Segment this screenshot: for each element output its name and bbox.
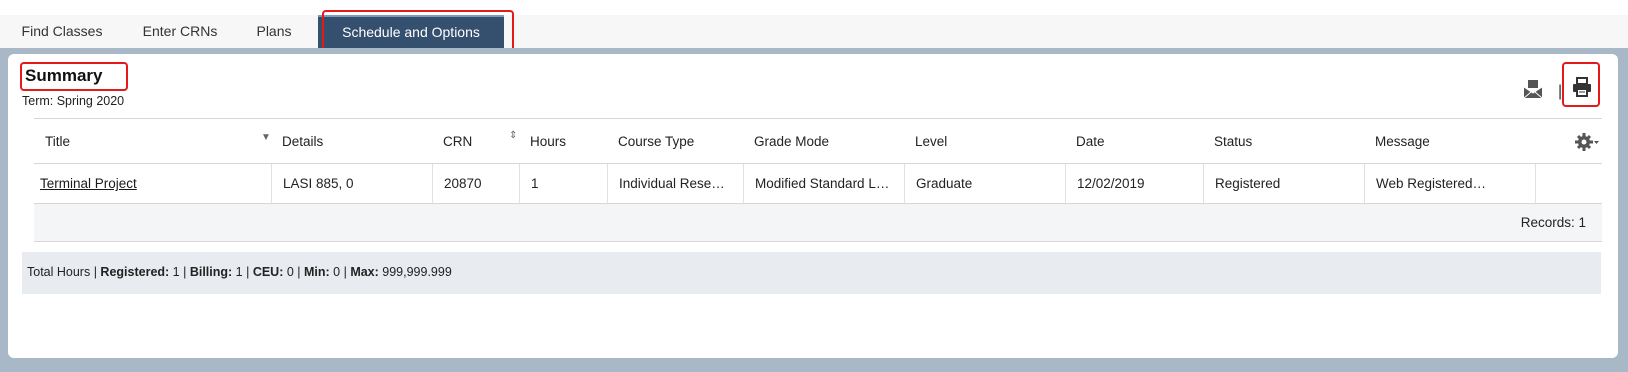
cell-details: LASI 885, 0 (271, 164, 432, 203)
course-title-link[interactable]: Terminal Project (40, 176, 137, 191)
tab-bar: Find Classes Enter CRNs Plans Schedule a… (0, 15, 1628, 48)
term-label: Term: Spring 2020 (22, 94, 125, 108)
column-header-crn[interactable]: CRN (432, 119, 518, 163)
cell-crn: 20870 (432, 164, 519, 203)
summary-panel: Summary Term: Spring 2020 | Title ▼ Deta… (8, 54, 1618, 358)
gear-icon[interactable] (1574, 131, 1600, 153)
column-header-course-type[interactable]: Course Type (607, 119, 742, 163)
column-header-details[interactable]: Details (271, 119, 431, 163)
cell-date: 12/02/2019 (1065, 164, 1203, 203)
cell-level: Graduate (904, 164, 1065, 203)
tab-plans[interactable]: Plans (246, 15, 302, 48)
column-header-title[interactable]: Title (34, 119, 270, 163)
email-icon[interactable] (1522, 78, 1544, 100)
total-hours-text: Total Hours | Registered: 1 | Billing: 1… (27, 265, 452, 279)
tab-enter-crns[interactable]: Enter CRNs (130, 15, 230, 48)
cell-message: Web Registered… (1364, 164, 1536, 203)
column-header-date[interactable]: Date (1065, 119, 1202, 163)
column-header-status[interactable]: Status (1203, 119, 1363, 163)
content-frame: Summary Term: Spring 2020 | Title ▼ Deta… (0, 48, 1628, 372)
table-header: Title ▼ Details CRN ⇕ Hours Course Type … (34, 118, 1602, 164)
cell-title: Terminal Project (34, 164, 271, 203)
records-footer: Records: 1 (34, 204, 1602, 242)
column-header-grade-mode[interactable]: Grade Mode (743, 119, 903, 163)
column-header-message[interactable]: Message (1364, 119, 1524, 163)
sort-desc-icon[interactable]: ▼ (261, 132, 271, 143)
cell-hours: 1 (519, 164, 607, 203)
column-header-level[interactable]: Level (904, 119, 1064, 163)
highlight-box-print (1562, 62, 1600, 107)
cell-grade-mode: Modified Standard L… (743, 164, 904, 203)
table-row[interactable]: Terminal Project LASI 885, 0 20870 1 Ind… (34, 163, 1602, 204)
column-header-hours[interactable]: Hours (519, 119, 606, 163)
cell-status: Registered (1203, 164, 1364, 203)
records-count: Records: 1 (1520, 215, 1586, 230)
highlight-box-summary (20, 62, 128, 91)
cell-course-type: Individual Rese… (607, 164, 743, 203)
total-hours-bar: Total Hours | Registered: 1 | Billing: 1… (22, 252, 1601, 294)
tab-find-classes[interactable]: Find Classes (10, 15, 114, 48)
sort-toggle-icon[interactable]: ⇕ (509, 130, 517, 141)
